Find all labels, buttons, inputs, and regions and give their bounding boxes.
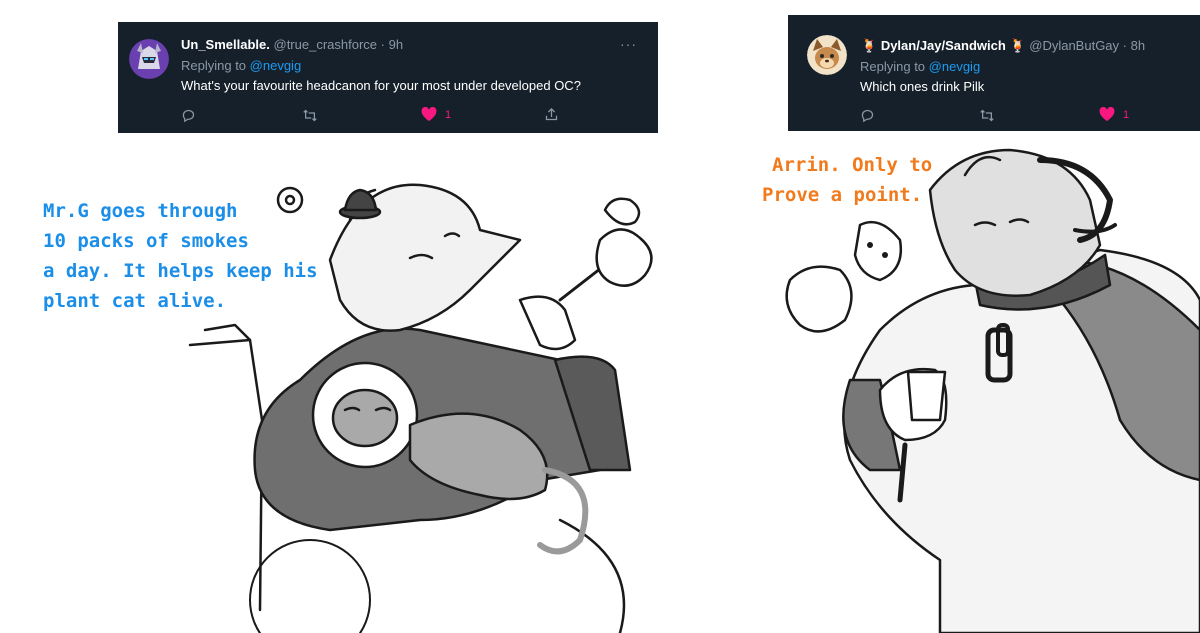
sketch-artwork [188,148,1200,633]
caption-line: a day. It helps keep his [43,260,318,282]
caption-line: Arrin. Only to [772,154,933,176]
caption-right: Arrin. Only to Prove a point. [762,150,932,210]
right-character-drawing [785,148,1200,633]
caption-line: Mr.G goes through [43,200,238,222]
caption-line: Prove a point. [762,184,923,206]
caption-left: Mr.G goes through 10 packs of smokes a d… [43,196,318,316]
caption-line: plant cat alive. [43,290,227,312]
caption-line: 10 packs of smokes [43,230,249,252]
